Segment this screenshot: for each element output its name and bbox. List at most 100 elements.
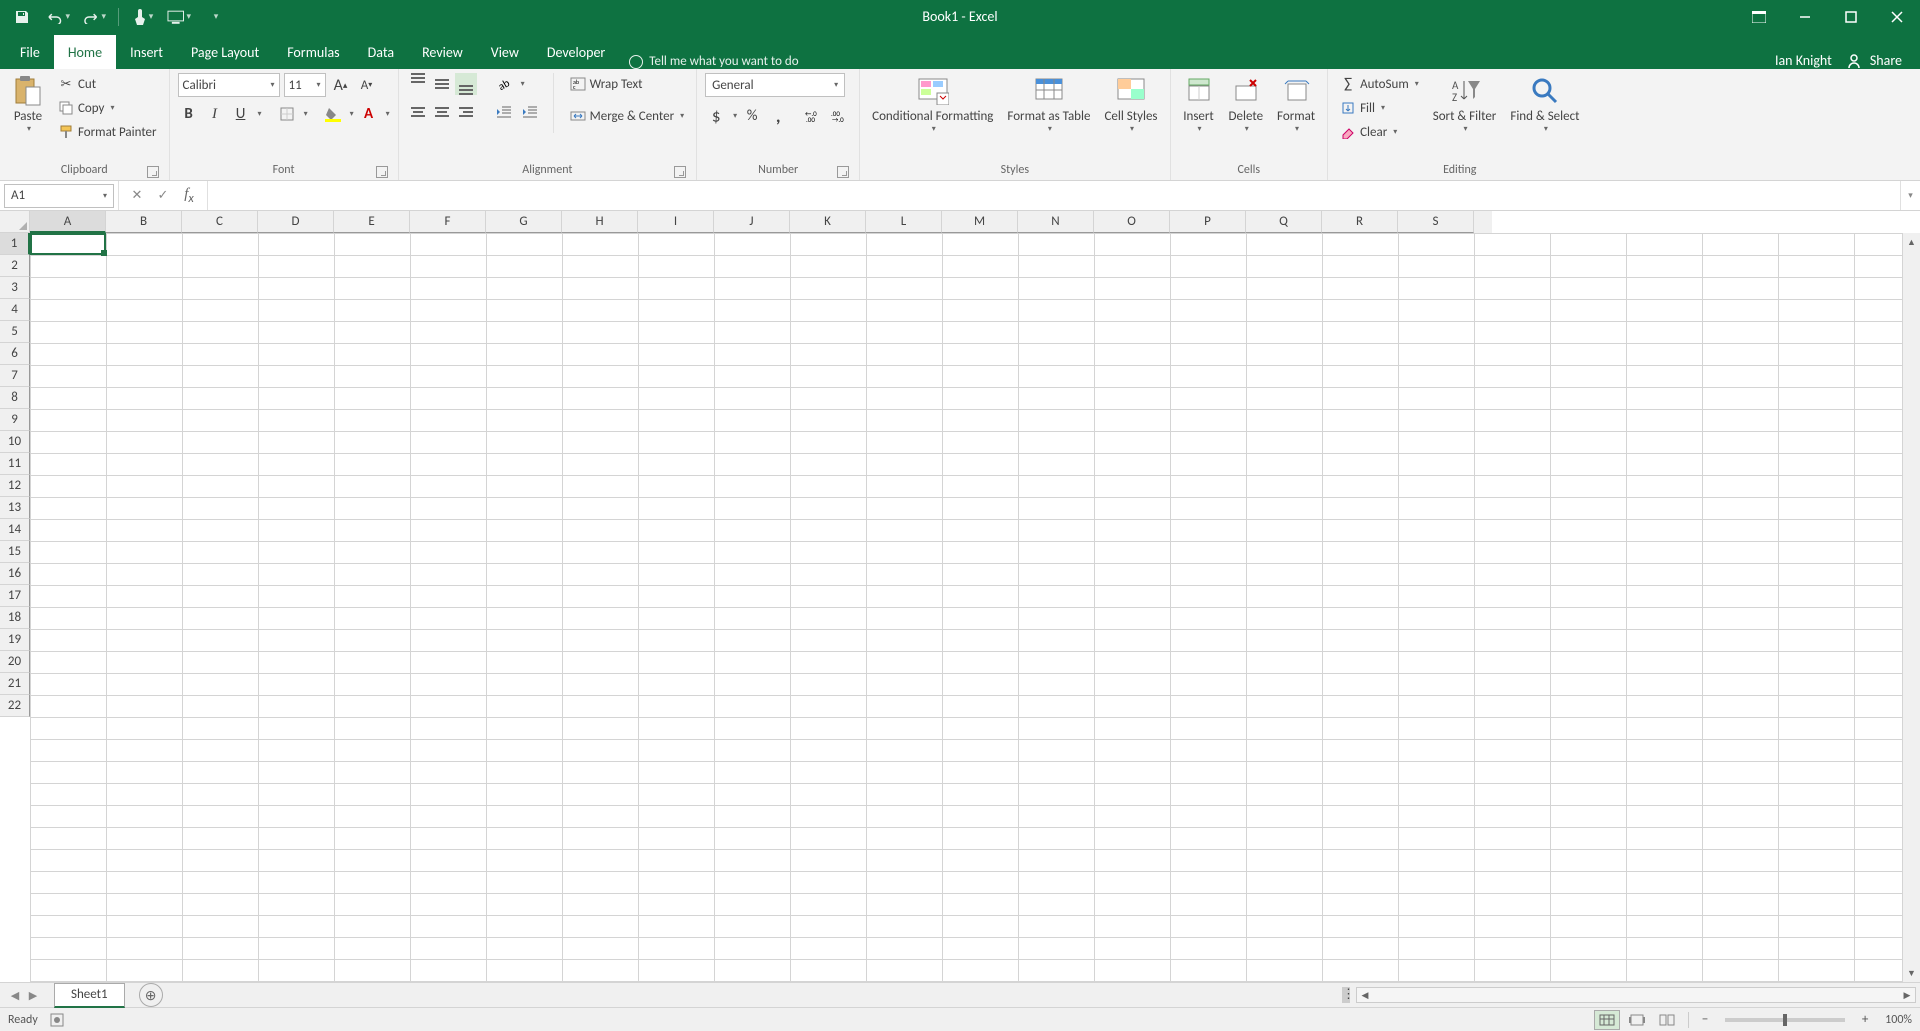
increase-decimal-button[interactable]: ←.0.00 <box>803 105 825 127</box>
increase-font-size-button[interactable]: A▴ <box>330 74 352 96</box>
comma-format-button[interactable]: , <box>767 105 789 127</box>
column-header-K[interactable]: K <box>790 211 866 233</box>
row-header-4[interactable]: 4 <box>0 299 30 321</box>
row-header-21[interactable]: 21 <box>0 673 30 695</box>
row-header-13[interactable]: 13 <box>0 497 30 519</box>
row-header-22[interactable]: 22 <box>0 695 30 717</box>
row-header-10[interactable]: 10 <box>0 431 30 453</box>
column-header-H[interactable]: H <box>562 211 638 233</box>
new-sheet-button[interactable]: ⊕ <box>139 983 163 1007</box>
expand-formula-bar-button[interactable]: ▾ <box>1900 181 1920 210</box>
insert-cells-button[interactable]: Insert▾ <box>1179 73 1219 136</box>
zoom-slider[interactable] <box>1725 1018 1845 1022</box>
format-cells-button[interactable]: Format▾ <box>1273 73 1319 136</box>
zoom-in-button[interactable]: + <box>1857 1012 1873 1028</box>
column-header-Q[interactable]: Q <box>1246 211 1322 233</box>
decrease-indent-button[interactable] <box>493 101 515 123</box>
tab-insert[interactable]: Insert <box>116 35 177 69</box>
row-header-19[interactable]: 19 <box>0 629 30 651</box>
tab-review[interactable]: Review <box>408 35 477 69</box>
scroll-up-button[interactable]: ▲ <box>1903 233 1920 251</box>
row-header-15[interactable]: 15 <box>0 541 30 563</box>
cells-area[interactable] <box>30 233 1902 982</box>
italic-button[interactable]: I <box>204 103 226 125</box>
column-header-I[interactable]: I <box>638 211 714 233</box>
row-header-20[interactable]: 20 <box>0 651 30 673</box>
sort-filter-button[interactable]: AZ Sort & Filter▾ <box>1429 73 1501 136</box>
close-button[interactable] <box>1874 0 1920 33</box>
zoom-out-button[interactable]: − <box>1697 1012 1713 1028</box>
row-header-2[interactable]: 2 <box>0 255 30 277</box>
column-header-B[interactable]: B <box>106 211 182 233</box>
tab-home[interactable]: Home <box>54 35 116 69</box>
row-header-6[interactable]: 6 <box>0 343 30 365</box>
page-break-view-button[interactable] <box>1654 1010 1680 1030</box>
column-header-A[interactable]: A <box>30 211 106 233</box>
scroll-right-button[interactable]: ▶ <box>1899 990 1915 1001</box>
accounting-format-button[interactable]: $ <box>705 105 727 127</box>
number-dialog-launcher[interactable] <box>837 166 849 178</box>
row-header-11[interactable]: 11 <box>0 453 30 475</box>
scroll-down-button[interactable]: ▼ <box>1903 964 1920 982</box>
qat-extra-button[interactable]: ▾ <box>167 5 191 29</box>
user-name[interactable]: Ian Knight <box>1775 52 1832 69</box>
decrease-font-size-button[interactable]: A▾ <box>356 74 378 96</box>
format-painter-button[interactable]: Format Painter <box>54 121 161 143</box>
row-header-18[interactable]: 18 <box>0 607 30 629</box>
maximize-button[interactable] <box>1828 0 1874 33</box>
page-layout-view-button[interactable] <box>1624 1010 1650 1030</box>
name-box[interactable]: A1▾ <box>4 184 114 208</box>
share-button[interactable]: Share <box>1848 52 1902 69</box>
conditional-formatting-button[interactable]: Conditional Formatting▾ <box>868 73 997 136</box>
enter-formula-button[interactable]: ✓ <box>151 184 175 208</box>
format-as-table-button[interactable]: Format as Table▾ <box>1003 73 1094 136</box>
touch-mode-button[interactable]: ▾ <box>131 5 155 29</box>
column-header-P[interactable]: P <box>1170 211 1246 233</box>
increase-indent-button[interactable] <box>519 101 541 123</box>
align-left-button[interactable] <box>407 101 429 123</box>
font-color-button[interactable]: A <box>358 103 380 125</box>
copy-button[interactable]: Copy▾ <box>54 97 161 119</box>
save-icon[interactable] <box>10 5 34 29</box>
row-header-5[interactable]: 5 <box>0 321 30 343</box>
sheet-nav-next[interactable]: ▶ <box>26 988 40 1002</box>
column-header-R[interactable]: R <box>1322 211 1398 233</box>
merge-center-button[interactable]: Merge & Center▾ <box>566 105 689 127</box>
align-center-button[interactable] <box>431 101 453 123</box>
row-header-9[interactable]: 9 <box>0 409 30 431</box>
tab-file[interactable]: File <box>6 35 54 69</box>
tab-developer[interactable]: Developer <box>533 35 619 69</box>
tab-page-layout[interactable]: Page Layout <box>177 35 273 69</box>
font-name-combo[interactable]: Calibri▾ <box>178 73 280 97</box>
underline-button[interactable]: U <box>230 103 252 125</box>
macro-record-icon[interactable] <box>50 1013 64 1027</box>
column-header-G[interactable]: G <box>486 211 562 233</box>
row-header-8[interactable]: 8 <box>0 387 30 409</box>
vertical-scrollbar[interactable]: ▲ ▼ <box>1902 233 1920 982</box>
percent-format-button[interactable]: % <box>741 105 763 127</box>
column-header-N[interactable]: N <box>1018 211 1094 233</box>
tab-view[interactable]: View <box>477 35 533 69</box>
minimize-button[interactable] <box>1782 0 1828 33</box>
font-size-combo[interactable]: 11▾ <box>284 73 326 97</box>
delete-cells-button[interactable]: Delete▾ <box>1225 73 1268 136</box>
find-select-button[interactable]: Find & Select▾ <box>1506 73 1583 136</box>
borders-button[interactable] <box>276 103 298 125</box>
column-header-J[interactable]: J <box>714 211 790 233</box>
cell-styles-button[interactable]: Cell Styles▾ <box>1100 73 1161 136</box>
vertical-scrollbar[interactable] <box>1474 211 1492 233</box>
row-header-7[interactable]: 7 <box>0 365 30 387</box>
column-header-E[interactable]: E <box>334 211 410 233</box>
row-header-16[interactable]: 16 <box>0 563 30 585</box>
row-header-12[interactable]: 12 <box>0 475 30 497</box>
column-header-C[interactable]: C <box>182 211 258 233</box>
row-header-3[interactable]: 3 <box>0 277 30 299</box>
undo-button[interactable]: ▾ <box>46 5 70 29</box>
cancel-formula-button[interactable]: ✕ <box>125 184 149 208</box>
column-header-O[interactable]: O <box>1094 211 1170 233</box>
bold-button[interactable]: B <box>178 103 200 125</box>
column-header-F[interactable]: F <box>410 211 486 233</box>
orientation-button[interactable]: ab <box>493 73 515 95</box>
number-format-combo[interactable]: General▾ <box>705 73 845 97</box>
align-top-button[interactable] <box>407 73 429 95</box>
